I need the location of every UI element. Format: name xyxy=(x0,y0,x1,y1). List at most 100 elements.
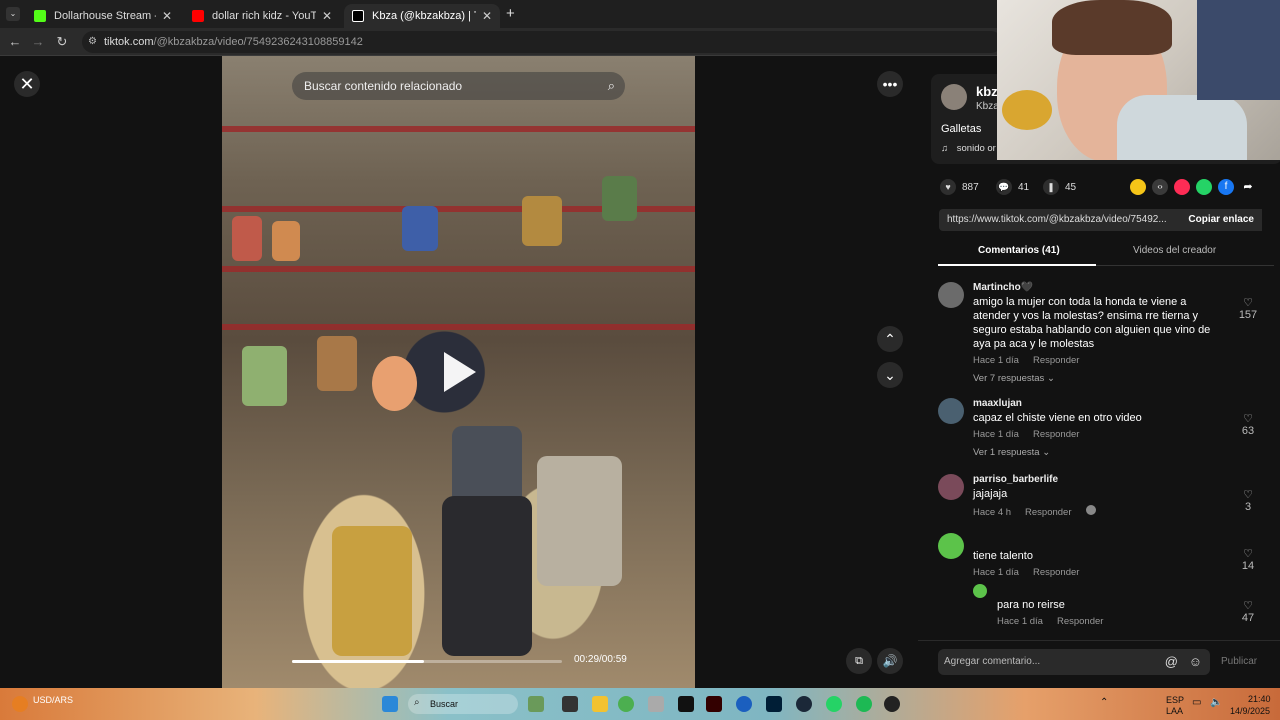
reply-button[interactable]: Responder xyxy=(1033,567,1079,578)
new-tab-button[interactable]: + xyxy=(506,5,515,22)
close-tab-icon[interactable]: ✕ xyxy=(162,9,172,23)
comment-like[interactable]: ♡ 3 xyxy=(1236,488,1260,513)
embed-icon[interactable]: ‹› xyxy=(1152,179,1168,195)
jar-decor xyxy=(522,196,562,246)
comment-username[interactable]: maaxlujan xyxy=(973,398,1223,409)
close-tab-icon[interactable]: ✕ xyxy=(482,9,492,23)
site-info-icon[interactable]: ⚙ xyxy=(88,31,97,53)
send-icon[interactable] xyxy=(1174,179,1190,195)
heart-icon: ♥ xyxy=(940,179,956,195)
commenter-avatar[interactable] xyxy=(938,282,964,308)
reply-button[interactable]: Responder xyxy=(1057,616,1103,627)
related-search-input[interactable]: Buscar contenido relacionado ⌕ xyxy=(292,72,625,100)
browser-tab-youtube[interactable]: dollar rich kidz - YouTube ✕ xyxy=(184,4,340,28)
browser-tab-kick[interactable]: Dollarhouse Stream - Watch Li ✕ xyxy=(26,4,180,28)
copy-link-button[interactable]: Copiar enlace xyxy=(1180,209,1262,231)
view-replies-button[interactable]: Ver 7 respuestas ⌄ xyxy=(973,373,1223,384)
commenter-avatar[interactable] xyxy=(938,398,964,424)
publish-button[interactable]: Publicar xyxy=(1221,656,1257,667)
more-dots-icon: ••• xyxy=(882,76,898,92)
comment-input[interactable]: Agregar comentario... @ ☺ xyxy=(938,649,1210,675)
forward-arrow-icon[interactable]: → xyxy=(30,34,46,49)
shelf-decor xyxy=(222,324,695,330)
chevron-down-icon: ⌄ xyxy=(1046,373,1055,384)
windows-start-icon[interactable] xyxy=(382,696,398,712)
video-player[interactable]: Buscar contenido relacionado ⌕ 00:29/00:… xyxy=(222,56,695,688)
obs-icon[interactable] xyxy=(884,696,900,712)
illustrator-icon[interactable] xyxy=(706,696,722,712)
like-action[interactable]: ♥ 887 xyxy=(940,179,979,195)
file-explorer-icon[interactable] xyxy=(592,696,608,712)
clock-date[interactable]: 14/9/2025 xyxy=(1230,706,1270,716)
sound-row[interactable]: ♫ sonido or xyxy=(941,143,996,154)
reload-icon[interactable]: ↻ xyxy=(54,34,70,50)
commenter-avatar[interactable] xyxy=(938,533,964,559)
language-indicator[interactable]: ESP xyxy=(1166,695,1184,705)
reply-button[interactable]: Responder xyxy=(1033,355,1079,366)
mention-icon[interactable]: @ xyxy=(1165,649,1178,675)
reply-like[interactable]: ♡ 47 xyxy=(1236,599,1260,624)
comment-like[interactable]: ♡ 14 xyxy=(1236,547,1260,572)
clock-time[interactable]: 21:40 xyxy=(1248,694,1271,704)
comment-item: parriso_barberlife jajajaja Hace 4 h Resp… xyxy=(938,474,1268,518)
whatsapp-taskbar-icon[interactable] xyxy=(826,696,842,712)
commenter-avatar[interactable] xyxy=(938,474,964,500)
friends-share-icon[interactable] xyxy=(1130,179,1146,195)
jar-decor xyxy=(242,346,287,406)
tray-chevron-icon[interactable]: ⌃ xyxy=(1100,697,1108,708)
windows-taskbar: USD/ARS ⌕ Buscar ⌃ ESP LAA ▭ 🔈 21:40 14/… xyxy=(0,688,1280,720)
whatsapp-icon[interactable] xyxy=(1196,179,1212,195)
comment-action[interactable]: 💬 41 xyxy=(996,179,1029,195)
browser-tab-tiktok[interactable]: Kbza (@kbzakbza) | TikTok ✕ xyxy=(344,4,500,28)
volume-button[interactable]: 🔊 xyxy=(877,648,903,674)
currency-widget[interactable]: USD/ARS xyxy=(33,695,73,705)
save-action[interactable]: ❚ 45 xyxy=(1043,179,1076,195)
weather-icon[interactable] xyxy=(12,696,28,712)
author-avatar[interactable] xyxy=(941,84,967,110)
search-icon[interactable]: ⌕ xyxy=(608,72,615,100)
video-caption: Galletas xyxy=(941,123,982,135)
app-icon[interactable] xyxy=(648,696,664,712)
author-username[interactable]: kbz xyxy=(976,84,998,99)
replier-avatar[interactable] xyxy=(973,584,987,598)
back-arrow-icon[interactable]: ← xyxy=(7,34,23,49)
close-video-button[interactable]: ✕ xyxy=(14,71,40,97)
close-tab-icon[interactable]: ✕ xyxy=(322,9,332,23)
comment-like[interactable]: ♡ 157 xyxy=(1236,296,1260,321)
spotify-icon[interactable] xyxy=(856,696,872,712)
capcut-icon[interactable] xyxy=(678,696,694,712)
comment-like[interactable]: ♡ 63 xyxy=(1236,412,1260,437)
network-icon[interactable]: ▭ xyxy=(1192,697,1201,708)
emoji-icon[interactable]: ☺ xyxy=(1189,649,1202,675)
comment-item: tiene talento Hace 1 día Responder ♡ 14 xyxy=(938,533,1268,578)
copilot-icon[interactable] xyxy=(528,696,544,712)
tab-creator-videos[interactable]: Videos del creador xyxy=(1133,245,1216,256)
pip-button[interactable]: ⧉ xyxy=(846,648,872,674)
play-icon[interactable] xyxy=(444,352,476,392)
reply-like-count: 47 xyxy=(1241,612,1255,624)
previous-video-button[interactable]: ⌃ xyxy=(877,326,903,352)
next-video-button[interactable]: ⌄ xyxy=(877,362,903,388)
photoshop-icon[interactable] xyxy=(766,696,782,712)
jar-decor xyxy=(272,221,300,261)
comment-username[interactable]: Martincho🖤 xyxy=(973,282,1223,293)
video-progress-bar[interactable] xyxy=(292,660,562,663)
task-view-icon[interactable] xyxy=(562,696,578,712)
speaker-icon[interactable]: 🔈 xyxy=(1210,697,1222,708)
url-field[interactable]: ⚙ tiktok.com/@kbzakbza/video/75492362431… xyxy=(82,31,1002,53)
tab-comments[interactable]: Comentarios (41) xyxy=(978,245,1060,256)
view-replies-button[interactable]: Ver 1 respuesta ⌄ xyxy=(973,447,1223,458)
tab-list-dropdown-icon[interactable]: ⌄ xyxy=(6,7,20,21)
vpn-icon[interactable] xyxy=(736,696,752,712)
taskbar-search-label: Buscar xyxy=(430,699,459,709)
comment-username[interactable]: parriso_barberlife xyxy=(973,474,1223,485)
more-options-button[interactable]: ••• xyxy=(877,71,903,97)
reply-button[interactable]: Responder xyxy=(1025,507,1071,518)
facebook-icon[interactable]: f xyxy=(1218,179,1234,195)
reply-button[interactable]: Responder xyxy=(1033,429,1079,440)
taskbar-search[interactable]: ⌕ Buscar xyxy=(408,694,518,714)
steam-icon[interactable] xyxy=(796,696,812,712)
chrome-icon[interactable] xyxy=(618,696,634,712)
share-arrow-icon[interactable]: ➦ xyxy=(1240,179,1256,195)
share-link: https://www.tiktok.com/@kbzakbza/video/7… xyxy=(947,214,1167,225)
